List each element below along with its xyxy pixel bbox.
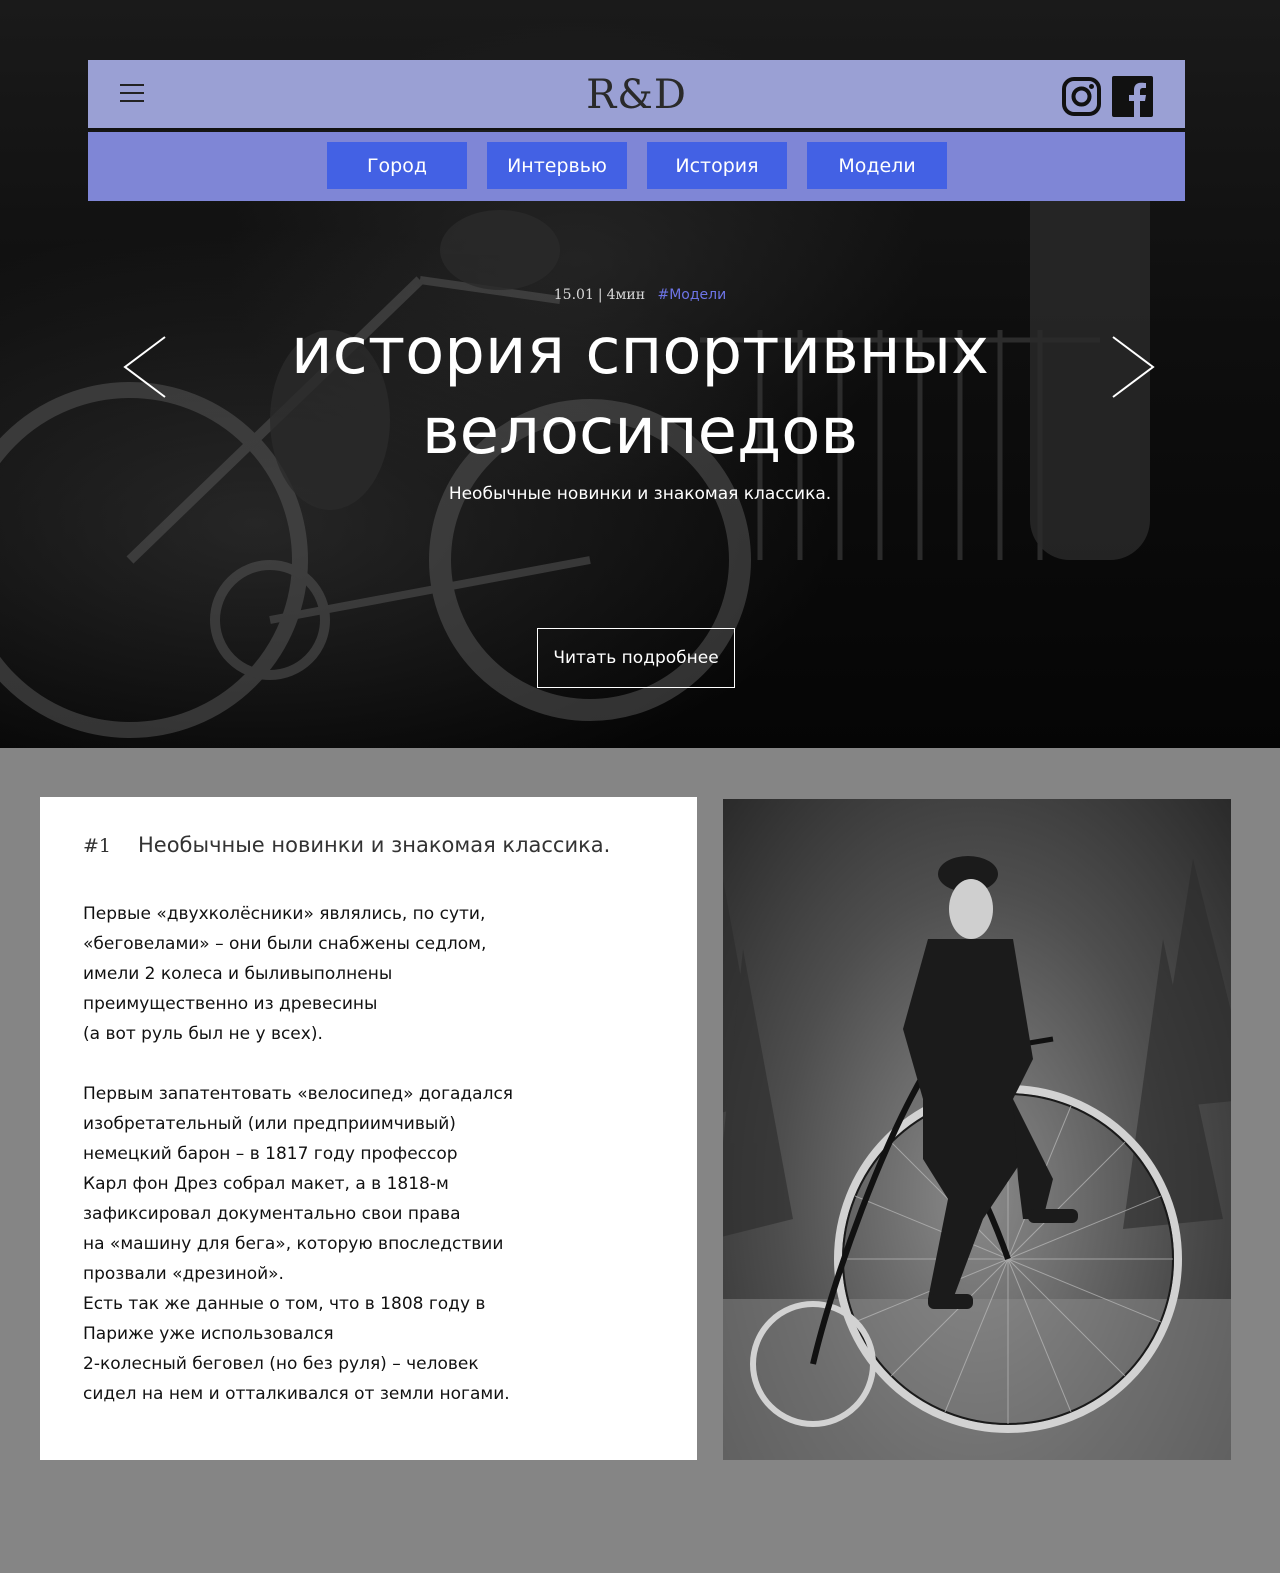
nav-item-history[interactable]: История (647, 142, 787, 189)
nav-item-models[interactable]: Модели (807, 142, 947, 189)
chevron-left-icon[interactable] (122, 335, 168, 399)
read-time: 4мин (606, 287, 646, 303)
penny-farthing-photo (723, 799, 1231, 1460)
nav-item-interview[interactable]: Интервью (487, 142, 627, 189)
article-paragraph-1: Первые «двухколёсники» являлись, по сути… (83, 904, 487, 1044)
article-heading: #1 Необычные новинки и знакомая классика… (83, 833, 654, 857)
facebook-icon[interactable] (1112, 76, 1153, 117)
site-header: R&D Город Интервью История Модели (88, 60, 1185, 201)
hero-title-line-1: история спортивных (291, 315, 989, 389)
nav-item-city[interactable]: Город (327, 142, 467, 189)
header-top-bar: R&D (88, 60, 1185, 130)
post-date: 15.01 (553, 287, 594, 303)
hero-title: история спортивных велосипедов (0, 312, 1280, 472)
article-number: #1 (83, 835, 112, 857)
post-meta: 15.01 | 4мин #Модели (0, 287, 1280, 303)
hero-subtitle: Необычные новинки и знакомая классика. (448, 484, 832, 504)
hero-banner: R&D Город Интервью История Модели 15.01 … (0, 0, 1280, 748)
site-logo[interactable]: R&D (88, 72, 1185, 118)
article-title: Необычные новинки и знакомая классика. (138, 833, 611, 857)
hero-title-line-2: велосипедов (421, 395, 859, 469)
social-links (1061, 76, 1153, 117)
article-card: #1 Необычные новинки и знакомая классика… (40, 797, 697, 1460)
main-navigation: Город Интервью История Модели (88, 132, 1185, 201)
chevron-right-icon[interactable] (1110, 335, 1156, 399)
read-more-button[interactable]: Читать подробнее (537, 628, 735, 688)
meta-separator: | (597, 287, 603, 303)
penny-farthing-illustration (723, 856, 1231, 1460)
post-tag-link[interactable]: #Модели (658, 287, 727, 303)
article-body: Первые «двухколёсники» являлись, по сути… (83, 899, 654, 1409)
article-paragraph-2: Первым запатентовать «велосипед» догадал… (83, 1084, 514, 1404)
instagram-icon[interactable] (1061, 76, 1102, 117)
